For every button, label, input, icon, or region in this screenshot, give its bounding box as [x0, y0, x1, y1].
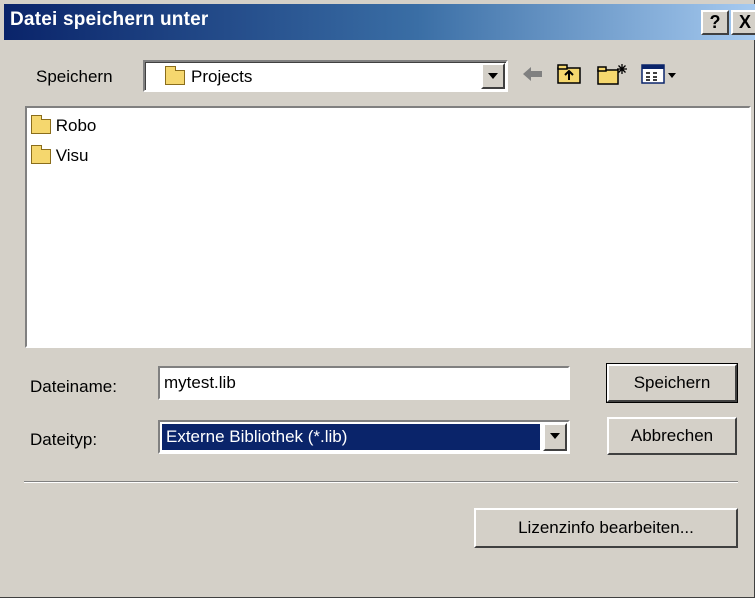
folder-icon — [31, 145, 51, 165]
close-button[interactable]: X — [731, 10, 755, 35]
list-item-label: Visu — [55, 146, 89, 165]
filename-label: Dateiname: — [30, 377, 117, 396]
filetype-dropdown-button[interactable] — [543, 423, 567, 451]
cancel-button[interactable]: Abbrechen — [607, 417, 737, 455]
save-as-dialog: Datei speichern unter ? X Speichern Proj… — [0, 0, 755, 598]
back-arrow-icon[interactable] — [520, 62, 546, 86]
filename-field[interactable]: mytest.lib — [158, 366, 570, 400]
title-bar[interactable]: Datei speichern unter ? X — [4, 4, 755, 40]
folder-icon — [165, 66, 185, 85]
save-in-label: Speichern — [36, 67, 113, 86]
window-title: Datei speichern unter — [10, 9, 209, 30]
up-folder-icon[interactable] — [555, 62, 583, 86]
save-in-value: Projects — [191, 67, 253, 86]
filetype-value: Externe Bibliothek (*.lib) — [166, 427, 348, 446]
filetype-combo[interactable]: Externe Bibliothek (*.lib) — [158, 420, 570, 454]
filetype-label: Dateityp: — [30, 430, 98, 449]
file-list[interactable]: Robo Visu — [25, 106, 751, 348]
save-in-combo[interactable]: Projects — [143, 60, 508, 92]
new-folder-icon[interactable] — [595, 62, 629, 86]
list-item[interactable]: Robo — [31, 115, 97, 136]
list-item[interactable]: Visu — [31, 145, 89, 166]
view-menu-icon[interactable] — [640, 62, 680, 86]
save-in-dropdown-button[interactable] — [481, 63, 505, 89]
folder-icon — [31, 115, 51, 135]
separator — [24, 481, 738, 483]
edit-license-button[interactable]: Lizenzinfo bearbeiten... — [474, 508, 738, 548]
list-item-label: Robo — [55, 116, 97, 135]
filename-value: mytest.lib — [164, 373, 236, 392]
help-button[interactable]: ? — [701, 10, 729, 35]
save-button[interactable]: Speichern — [606, 363, 738, 403]
